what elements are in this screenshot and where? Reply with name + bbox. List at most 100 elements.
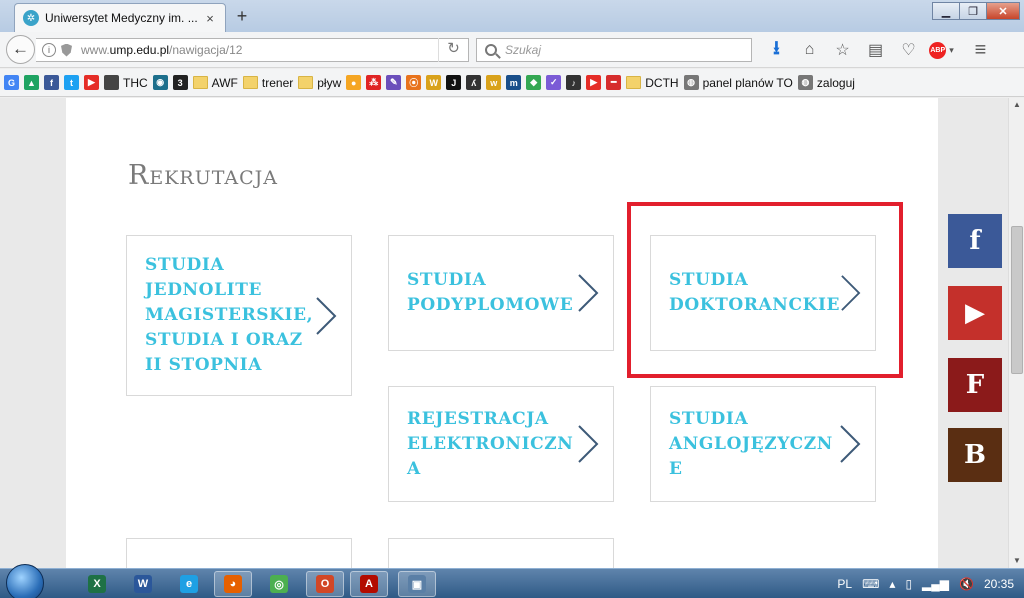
bookmark-item[interactable]: w — [486, 73, 502, 93]
chevron-right-icon — [316, 296, 337, 335]
bookmark-item[interactable]: ◍ zaloguj — [797, 73, 855, 93]
card-partial[interactable] — [388, 538, 614, 568]
bookmark-item[interactable]: m — [506, 73, 522, 93]
bookmark-item[interactable]: t — [64, 73, 79, 93]
bookmark-item[interactable]: ♪ — [566, 73, 582, 93]
pocket-icon[interactable]: ♡ — [892, 36, 925, 64]
scroll-down-icon[interactable]: ▼ — [1009, 554, 1024, 568]
star-icon[interactable]: ☆ — [826, 36, 859, 64]
vertical-scrollbar[interactable]: ▲ ▼ — [1008, 98, 1024, 568]
bookmark-item[interactable]: ▶ — [586, 73, 602, 93]
new-tab-button[interactable]: + — [232, 6, 252, 26]
scrollbar-thumb[interactable] — [1011, 226, 1023, 374]
info-icon[interactable]: i — [42, 43, 56, 57]
bookmark-item[interactable]: ʎ — [466, 73, 482, 93]
shield-icon[interactable] — [61, 43, 72, 57]
bookmark-item[interactable]: ▶ — [84, 73, 99, 93]
bookmark-item[interactable]: AWF — [192, 73, 238, 93]
check-icon: ✓ — [546, 75, 562, 90]
keyboard-icon[interactable]: ⌨ — [862, 577, 879, 591]
card-studia-anglojezyczne[interactable]: STUDIA ANGLOJĘZYCZN E — [650, 386, 876, 502]
office-icon: O — [316, 575, 334, 593]
taskbar-app-word[interactable]: W — [124, 571, 162, 597]
url-text[interactable]: www.ump.edu.pl/nawigacja/12 — [81, 43, 438, 57]
highlight-box — [627, 202, 903, 378]
folder-icon — [626, 76, 642, 89]
bookmark-item[interactable]: ▲ — [24, 73, 39, 93]
bookmark-item[interactable]: DCTH — [626, 73, 679, 93]
card-studia-jednolite[interactable]: STUDIA JEDNOLITE MAGISTERSKIE, STUDIA I … — [126, 235, 352, 396]
bookmark-item[interactable]: ⦿ — [406, 73, 422, 93]
window-controls: ▁ ❐ ✕ — [932, 2, 1020, 20]
f-icon[interactable]: F — [948, 358, 1002, 412]
bookmark-item[interactable]: pływ — [298, 73, 341, 93]
card-studia-podyplomowe[interactable]: STUDIA PODYPLOMOWE — [388, 235, 614, 351]
globe-icon: ◍ — [683, 75, 699, 90]
bookmark-item[interactable]: ✓ — [546, 73, 562, 93]
system-tray: PL ⌨ ▴ ▯ ▂▄▆ 🔇 20:35 — [837, 569, 1024, 598]
network-icon[interactable]: ▂▄▆ — [922, 577, 949, 591]
chevron-right-icon — [578, 425, 599, 463]
card-rejestracja-elektroniczna[interactable]: REJESTRACJA ELEKTRONICZN A — [388, 386, 614, 502]
circle-icon: ◉ — [152, 75, 168, 90]
bookmark-item[interactable]: THC — [104, 73, 148, 93]
reload-icon[interactable]: ↻ — [438, 38, 468, 62]
folder-icon — [242, 76, 258, 89]
volume-icon[interactable]: 🔇 — [959, 577, 974, 591]
start-button[interactable] — [6, 564, 44, 598]
address-bar[interactable]: i www.ump.edu.pl/nawigacja/12 ↻ — [36, 38, 469, 62]
bookmark-item[interactable]: 3 — [172, 73, 188, 93]
reading-list-icon[interactable]: ▤ — [859, 36, 892, 64]
excel-icon: X — [88, 575, 106, 593]
home-icon[interactable]: ⌂ — [793, 36, 826, 64]
back-button[interactable]: ← — [6, 35, 35, 64]
taskbar-app-office[interactable]: O — [306, 571, 344, 597]
card-partial[interactable] — [126, 538, 352, 568]
b-icon[interactable]: B — [948, 428, 1002, 482]
page-viewport: Rekrutacja STUDIA JEDNOLITE MAGISTERSKIE… — [0, 98, 1008, 568]
bookmark-item[interactable]: ━ — [606, 73, 622, 93]
taskbar-app-firefox[interactable]: ◕ — [214, 571, 252, 597]
w-icon: W — [426, 75, 442, 90]
bookmark-item[interactable]: J — [446, 73, 462, 93]
download-icon[interactable]: ⭳ — [760, 36, 793, 64]
tab-close-icon[interactable]: × — [203, 11, 217, 26]
bookmark-item[interactable]: ◉ — [152, 73, 168, 93]
bookmark-item[interactable]: ◆ — [526, 73, 542, 93]
bookmark-item[interactable]: f — [44, 73, 59, 93]
browser-tab[interactable]: ✲ Uniwersytet Medyczny im. ... × — [14, 3, 226, 32]
language-indicator[interactable]: PL — [837, 577, 852, 591]
menu-icon[interactable]: ≡ — [964, 36, 997, 64]
taskbar-app-excel[interactable]: X — [78, 571, 116, 597]
bookmark-item[interactable]: ◍ panel planów TO — [683, 73, 793, 93]
adblock-icon[interactable]: ABP ▾ — [925, 36, 958, 64]
chevron-right-icon — [840, 425, 861, 463]
search-box[interactable]: Szukaj — [476, 38, 752, 62]
taskbar-app-acrobat[interactable]: A — [350, 571, 388, 597]
bookmark-item[interactable]: trener — [242, 73, 293, 93]
b3-icon: 3 — [172, 75, 188, 90]
clock[interactable]: 20:35 — [984, 577, 1014, 591]
taskbar-app-chrome[interactable]: ◎ — [260, 571, 298, 597]
minimize-button[interactable]: ▁ — [932, 2, 960, 20]
ie-icon: e — [180, 575, 198, 593]
scroll-up-icon[interactable]: ▲ — [1009, 98, 1024, 112]
m-icon: m — [506, 75, 522, 90]
youtube-icon[interactable]: ▶ — [948, 286, 1002, 340]
battery-icon[interactable]: ▯ — [905, 577, 912, 591]
facebook-icon[interactable]: f — [948, 214, 1002, 268]
bookmark-item[interactable]: ⁂ — [366, 73, 382, 93]
youtube-icon: ▶ — [84, 75, 99, 90]
bookmark-item[interactable]: ● — [346, 73, 362, 93]
window-icon: ▣ — [408, 575, 426, 593]
taskbar-app-window[interactable]: ▣ — [398, 571, 436, 597]
bookmark-item[interactable]: W — [426, 73, 442, 93]
taskbar-app-ie[interactable]: e — [170, 571, 208, 597]
bookmark-item[interactable]: ✎ — [386, 73, 402, 93]
w2-icon: w — [486, 75, 502, 90]
close-window-button[interactable]: ✕ — [986, 2, 1020, 20]
bookmark-item[interactable]: G — [4, 73, 19, 93]
folder-icon — [192, 76, 208, 89]
show-hidden-icon[interactable]: ▴ — [889, 577, 895, 591]
maximize-button[interactable]: ❐ — [959, 2, 987, 20]
